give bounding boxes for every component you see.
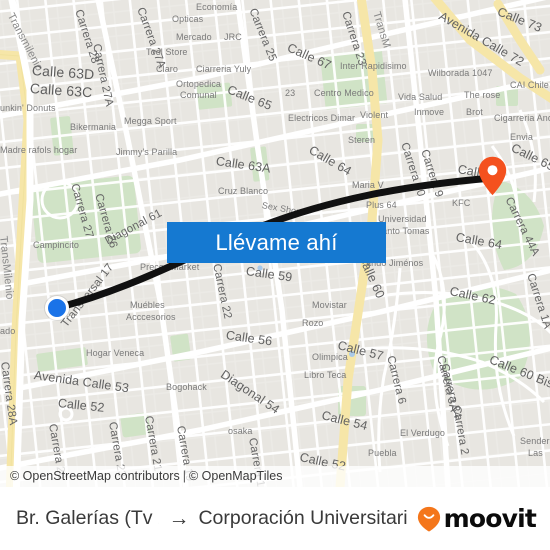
trip-destination-label: Corporación Universitaria Ibe...: [198, 507, 407, 529]
moovit-wordmark: moovit: [443, 504, 537, 533]
openmaptiles-attribution-link[interactable]: © OpenMapTiles: [189, 469, 283, 483]
moovit-map-screen: Transmilenio Carrera 28 Carrera 27A Economí…: [0, 0, 550, 550]
moovit-logo[interactable]: moovit: [417, 504, 537, 533]
trip-summary-bar: Br. Galerías (Tv 24 ... → Corporación Un…: [0, 487, 550, 550]
map-canvas[interactable]: Transmilenio Carrera 28 Carrera 27A Economí…: [0, 0, 550, 487]
take-me-there-button[interactable]: Llévame ahí: [167, 222, 386, 263]
arrow-right-icon: →: [168, 507, 190, 530]
moovit-pin-icon: [417, 506, 440, 532]
osm-attribution-link[interactable]: © OpenStreetMap contributors: [10, 469, 180, 483]
destination-marker[interactable]: [478, 156, 507, 196]
attribution-separator: |: [182, 469, 186, 483]
cta-label: Llévame ahí: [215, 229, 338, 255]
origin-marker[interactable]: [45, 296, 69, 320]
trip-endpoints: Br. Galerías (Tv 24 ... → Corporación Un…: [16, 507, 407, 530]
map-attribution: © OpenStreetMap contributors | © OpenMapTi…: [0, 466, 550, 487]
trip-origin-label: Br. Galerías (Tv 24 ...: [16, 507, 159, 529]
